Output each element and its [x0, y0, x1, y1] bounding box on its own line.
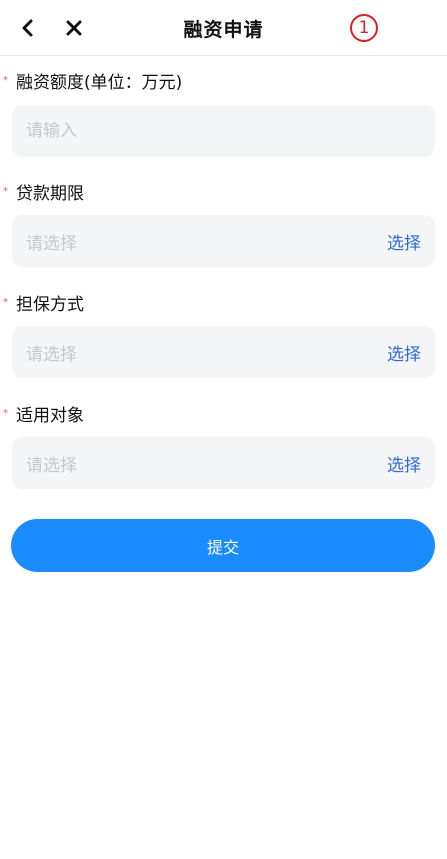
- required-mark: *: [3, 408, 8, 419]
- guarantee-placeholder: 请选择: [26, 345, 77, 365]
- target-select[interactable]: 请选择 选择: [12, 437, 435, 489]
- required-mark: *: [3, 297, 8, 308]
- header-bar: 融资申请 1: [0, 0, 447, 56]
- target-label: 适用对象: [16, 406, 84, 426]
- term-select-action[interactable]: 选择: [387, 229, 421, 254]
- required-mark: *: [3, 75, 8, 86]
- page-title: 融资申请: [183, 19, 264, 41]
- guarantee-select-action[interactable]: 选择: [387, 340, 421, 365]
- step-badge: 1: [350, 14, 378, 42]
- amount-field-container: [12, 105, 435, 157]
- amount-label: 融资额度(单位：万元): [16, 73, 183, 93]
- target-placeholder: 请选择: [26, 456, 77, 476]
- term-select[interactable]: 请选择 选择: [12, 215, 435, 267]
- required-mark: *: [3, 186, 8, 197]
- amount-input[interactable]: [12, 105, 435, 157]
- guarantee-select[interactable]: 请选择 选择: [12, 326, 435, 378]
- submit-button[interactable]: 提交: [11, 519, 435, 572]
- term-placeholder: 请选择: [26, 234, 77, 254]
- target-select-action[interactable]: 选择: [387, 451, 421, 476]
- term-label: 贷款期限: [16, 184, 84, 204]
- guarantee-label: 担保方式: [16, 295, 84, 315]
